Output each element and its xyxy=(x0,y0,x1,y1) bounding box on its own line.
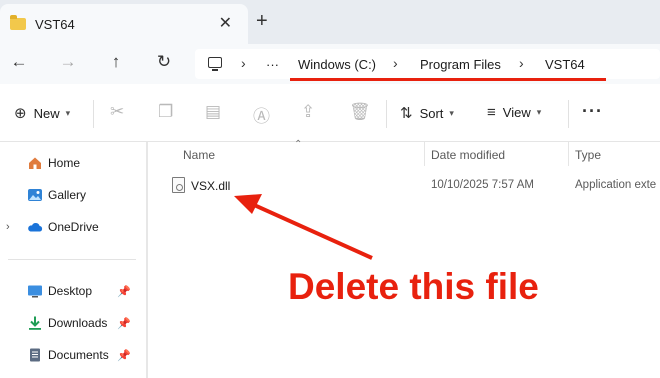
address-bar[interactable]: › ··· Windows (C:) › Program Files › VST… xyxy=(195,49,660,79)
sidebar-item-gallery[interactable]: Gallery xyxy=(0,181,140,209)
desktop-icon xyxy=(28,285,42,298)
tab-strip: VST64 ✕ + xyxy=(0,0,660,44)
sidebar-item-label: Home xyxy=(48,156,81,170)
file-list: ⌃ Name Date modified Type VSX.dll 10/10/… xyxy=(149,139,660,378)
delete-icon[interactable]: 🗑 xyxy=(349,102,371,122)
command-bar: ⊕ New ▾ ✂ ❐ ▤ Ⓐ ⇪ 🗑 ⇅ Sort ▾ ≡ View ▾ ··… xyxy=(0,84,660,142)
pane-splitter[interactable] xyxy=(146,142,148,378)
sort-label: Sort xyxy=(419,105,444,121)
sidebar-item-label: Desktop xyxy=(48,284,93,298)
breadcrumb-separator-icon[interactable]: › xyxy=(241,55,246,71)
more-options-button[interactable]: ··· xyxy=(582,101,603,122)
navigation-pane: Home Gallery › OneDrive Desktop 📌 Downlo… xyxy=(0,142,140,378)
sidebar-item-label: OneDrive xyxy=(48,220,99,234)
view-list-icon: ≡ xyxy=(487,104,496,121)
dll-file-icon xyxy=(172,177,185,193)
forward-button[interactable]: → xyxy=(57,52,79,72)
refresh-button[interactable]: ↻ xyxy=(153,52,175,72)
cut-icon[interactable]: ✂ xyxy=(110,102,124,122)
chevron-right-icon[interactable]: › xyxy=(6,221,10,233)
file-row[interactable]: VSX.dll 10/10/2025 7:57 AM Application e… xyxy=(149,174,660,198)
breadcrumb-program-files[interactable]: Program Files xyxy=(420,57,501,72)
column-header-type[interactable]: Type xyxy=(575,148,601,162)
breadcrumb-overflow[interactable]: ··· xyxy=(266,57,279,72)
gallery-icon xyxy=(28,189,42,201)
chevron-down-icon: ▾ xyxy=(65,107,71,118)
paste-icon[interactable]: ▤ xyxy=(205,102,221,122)
new-label: New xyxy=(33,105,60,121)
column-header-date-modified[interactable]: Date modified xyxy=(431,148,505,162)
new-tab-button[interactable]: + xyxy=(256,10,268,33)
plus-circle-icon: ⊕ xyxy=(14,105,27,122)
onedrive-icon xyxy=(28,222,43,232)
breadcrumb-windows-c[interactable]: Windows (C:) xyxy=(298,57,376,72)
close-tab-icon[interactable]: ✕ xyxy=(219,13,232,33)
folder-icon xyxy=(10,15,26,30)
divider xyxy=(386,100,387,128)
file-type: Application exte xyxy=(575,179,657,191)
sidebar-item-label: Downloads xyxy=(48,316,108,330)
new-button[interactable]: ⊕ New ▾ xyxy=(14,104,70,122)
sort-ascending-icon: ⌃ xyxy=(294,139,303,150)
sidebar-item-home[interactable]: Home xyxy=(0,149,140,177)
sidebar-item-label: Documents xyxy=(48,348,109,362)
share-icon[interactable]: ⇪ xyxy=(301,102,315,122)
pin-icon[interactable]: 📌 xyxy=(117,285,131,298)
home-icon xyxy=(29,157,41,169)
sidebar-item-downloads[interactable]: Downloads 📌 xyxy=(0,309,140,337)
breadcrumb-separator-icon[interactable]: › xyxy=(519,55,524,71)
divider xyxy=(568,100,569,128)
breadcrumb-separator-icon[interactable]: › xyxy=(393,55,398,71)
downloads-icon xyxy=(29,316,41,330)
this-pc-icon[interactable] xyxy=(208,57,222,71)
sidebar-divider xyxy=(8,259,136,260)
pin-icon[interactable]: 📌 xyxy=(117,317,131,330)
file-name: VSX.dll xyxy=(191,179,231,193)
sidebar-item-desktop[interactable]: Desktop 📌 xyxy=(0,277,140,305)
annotation-underline xyxy=(290,78,606,81)
tab-vst64[interactable]: VST64 ✕ xyxy=(0,4,248,44)
chevron-down-icon: ▾ xyxy=(449,107,454,118)
column-divider[interactable] xyxy=(424,142,425,166)
divider xyxy=(93,100,94,128)
column-divider[interactable] xyxy=(568,142,569,166)
pin-icon[interactable]: 📌 xyxy=(117,349,131,362)
back-button[interactable]: ← xyxy=(8,52,30,72)
annotation-text: Delete this file xyxy=(288,266,539,307)
sort-icon: ⇅ xyxy=(400,105,413,122)
view-label: View xyxy=(502,105,531,120)
tab-title: VST64 xyxy=(35,16,75,32)
sidebar-item-documents[interactable]: Documents 📌 xyxy=(0,341,140,369)
sidebar-item-label: Gallery xyxy=(48,188,87,202)
chevron-down-icon: ▾ xyxy=(536,107,542,117)
copy-icon[interactable]: ❐ xyxy=(158,102,173,122)
rename-icon[interactable]: Ⓐ xyxy=(253,102,270,127)
documents-icon xyxy=(30,348,40,362)
sort-button[interactable]: ⇅ Sort ▾ xyxy=(400,104,454,122)
column-header-name[interactable]: Name xyxy=(183,148,215,162)
sidebar-item-onedrive[interactable]: › OneDrive xyxy=(0,213,140,241)
breadcrumb-vst64[interactable]: VST64 xyxy=(545,57,585,72)
up-button[interactable]: ↑ xyxy=(105,52,127,72)
file-date-modified: 10/10/2025 7:57 AM xyxy=(431,179,534,191)
view-button[interactable]: ≡ View ▾ xyxy=(487,104,541,121)
